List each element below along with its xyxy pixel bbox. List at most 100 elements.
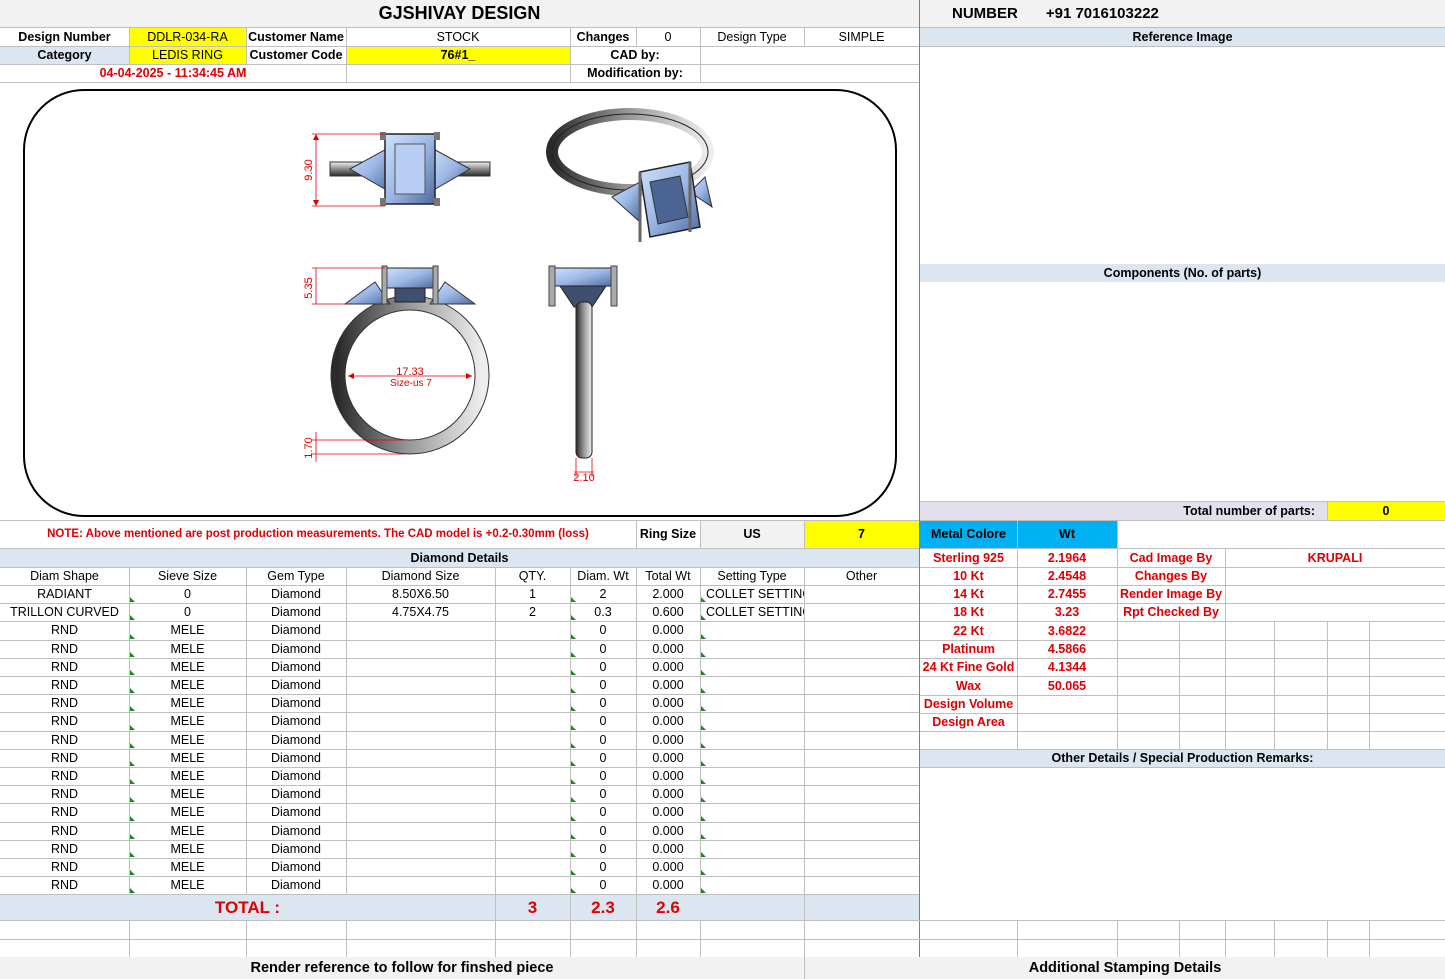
diamond-size-cell[interactable] — [346, 803, 495, 821]
gem-type-cell[interactable]: Diamond — [246, 658, 346, 676]
total-wt-cell[interactable]: 0.000 — [636, 640, 700, 658]
cad-image-by-value[interactable]: KRUPALI — [1225, 549, 1445, 567]
diamond-size-cell[interactable] — [346, 858, 495, 876]
ring-size-value[interactable]: 7 — [804, 520, 919, 548]
total-wt-cell[interactable]: 0.000 — [636, 822, 700, 840]
total-wt-cell[interactable]: 0.000 — [636, 676, 700, 694]
diam-wt-cell[interactable]: 0 — [570, 822, 636, 840]
sieve-size-cell[interactable]: MELE — [129, 640, 246, 658]
total-wt-cell[interactable]: 0.000 — [636, 731, 700, 749]
setting-type-cell[interactable] — [700, 803, 804, 821]
diam-wt-cell[interactable]: 0 — [570, 876, 636, 894]
design-type-value[interactable]: SIMPLE — [804, 28, 919, 46]
diam-wt-cell[interactable]: 0 — [570, 621, 636, 639]
other-cell[interactable] — [804, 658, 919, 676]
diamond-size-cell[interactable] — [346, 822, 495, 840]
other-cell[interactable] — [804, 731, 919, 749]
diamond-size-cell[interactable] — [346, 640, 495, 658]
sieve-size-cell[interactable]: 0 — [129, 603, 246, 621]
setting-type-cell[interactable] — [700, 676, 804, 694]
diamond-size-cell[interactable] — [346, 767, 495, 785]
qty-cell[interactable] — [495, 712, 570, 730]
sieve-size-cell[interactable]: MELE — [129, 803, 246, 821]
setting-type-cell[interactable] — [700, 767, 804, 785]
qty-cell[interactable] — [495, 840, 570, 858]
qty-cell[interactable]: 1 — [495, 585, 570, 603]
total-wt-cell[interactable]: 0.000 — [636, 785, 700, 803]
gem-type-cell[interactable]: Diamond — [246, 876, 346, 894]
diam-wt-cell[interactable]: 0 — [570, 731, 636, 749]
other-cell[interactable] — [804, 585, 919, 603]
total-wt-cell[interactable]: 0.000 — [636, 749, 700, 767]
gem-type-cell[interactable]: Diamond — [246, 694, 346, 712]
diamond-size-cell[interactable] — [346, 731, 495, 749]
other-cell[interactable] — [804, 640, 919, 658]
diam-wt-cell[interactable]: 0 — [570, 858, 636, 876]
customer-code-value[interactable]: 76#1_ — [346, 46, 570, 64]
other-cell[interactable] — [804, 676, 919, 694]
setting-type-cell[interactable] — [700, 712, 804, 730]
sieve-size-cell[interactable]: MELE — [129, 658, 246, 676]
gem-type-cell[interactable]: Diamond — [246, 676, 346, 694]
total-parts-value[interactable]: 0 — [1327, 501, 1445, 520]
diam-wt-cell[interactable]: 2 — [570, 585, 636, 603]
diam-wt-cell[interactable]: 0 — [570, 712, 636, 730]
other-cell[interactable] — [804, 712, 919, 730]
sieve-size-cell[interactable]: MELE — [129, 876, 246, 894]
diamond-size-cell[interactable] — [346, 676, 495, 694]
qty-cell[interactable] — [495, 822, 570, 840]
other-details-area[interactable] — [920, 767, 1445, 919]
setting-type-cell[interactable] — [700, 876, 804, 894]
gem-type-cell[interactable]: Diamond — [246, 785, 346, 803]
sieve-size-cell[interactable]: MELE — [129, 712, 246, 730]
diamond-size-cell[interactable] — [346, 712, 495, 730]
total-wt-cell[interactable]: 0.000 — [636, 621, 700, 639]
other-cell[interactable] — [804, 767, 919, 785]
gem-type-cell[interactable]: Diamond — [246, 840, 346, 858]
qty-cell[interactable] — [495, 858, 570, 876]
design-number-value[interactable]: DDLR-034-RA — [129, 28, 246, 46]
diam-shape-cell[interactable]: RND — [0, 785, 129, 803]
gem-type-cell[interactable]: Diamond — [246, 712, 346, 730]
diam-shape-cell[interactable]: RND — [0, 840, 129, 858]
setting-type-cell[interactable] — [700, 858, 804, 876]
gem-type-cell[interactable]: Diamond — [246, 822, 346, 840]
diam-wt-cell[interactable]: 0 — [570, 803, 636, 821]
sieve-size-cell[interactable]: 0 — [129, 585, 246, 603]
diam-shape-cell[interactable]: RND — [0, 858, 129, 876]
diam-wt-cell[interactable]: 0 — [570, 694, 636, 712]
total-wt-cell[interactable]: 0.000 — [636, 840, 700, 858]
diam-shape-cell[interactable]: RND — [0, 731, 129, 749]
customer-name-value[interactable]: STOCK — [346, 28, 570, 46]
diam-shape-cell[interactable]: RND — [0, 621, 129, 639]
diam-shape-cell[interactable]: RND — [0, 676, 129, 694]
category-value[interactable]: LEDIS RING — [129, 46, 246, 64]
gem-type-cell[interactable]: Diamond — [246, 603, 346, 621]
diam-wt-cell[interactable]: 0 — [570, 749, 636, 767]
diam-shape-cell[interactable]: RND — [0, 822, 129, 840]
setting-type-cell[interactable] — [700, 640, 804, 658]
gem-type-cell[interactable]: Diamond — [246, 621, 346, 639]
total-wt-cell[interactable]: 0.000 — [636, 694, 700, 712]
diam-shape-cell[interactable]: RND — [0, 640, 129, 658]
diam-shape-cell[interactable]: RND — [0, 694, 129, 712]
qty-cell[interactable] — [495, 785, 570, 803]
diam-shape-cell[interactable]: RND — [0, 712, 129, 730]
other-cell[interactable] — [804, 876, 919, 894]
setting-type-cell[interactable] — [700, 785, 804, 803]
total-wt-cell[interactable]: 0.000 — [636, 858, 700, 876]
qty-cell[interactable] — [495, 676, 570, 694]
other-cell[interactable] — [804, 785, 919, 803]
diamond-size-cell[interactable]: 4.75X4.75 — [346, 603, 495, 621]
diam-wt-cell[interactable]: 0 — [570, 640, 636, 658]
qty-cell[interactable] — [495, 694, 570, 712]
diam-wt-cell[interactable]: 0 — [570, 676, 636, 694]
diam-wt-cell[interactable]: 0 — [570, 840, 636, 858]
total-wt-cell[interactable]: 0.000 — [636, 712, 700, 730]
qty-cell[interactable] — [495, 749, 570, 767]
setting-type-cell[interactable]: COLLET SETTING — [700, 603, 804, 621]
setting-type-cell[interactable] — [700, 840, 804, 858]
sieve-size-cell[interactable]: MELE — [129, 858, 246, 876]
setting-type-cell[interactable] — [700, 658, 804, 676]
diamond-size-cell[interactable] — [346, 785, 495, 803]
